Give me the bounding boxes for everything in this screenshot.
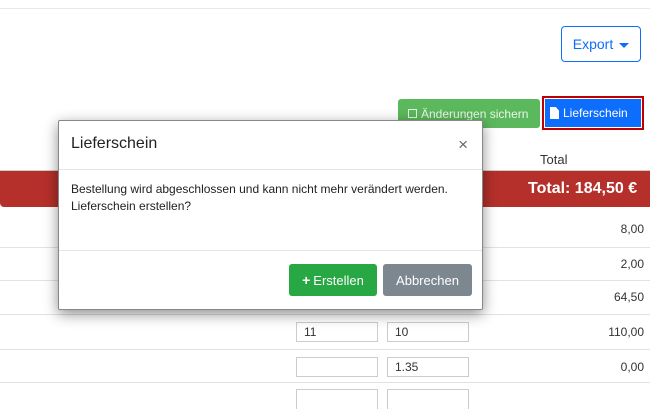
row-divider xyxy=(0,314,650,315)
close-icon[interactable]: × xyxy=(458,136,468,153)
price-input[interactable]: 10 xyxy=(387,322,469,342)
save-icon xyxy=(408,109,417,118)
row-total: 64,50 xyxy=(613,290,644,304)
dialog-header-divider xyxy=(59,169,482,170)
row-divider xyxy=(0,349,650,350)
create-button[interactable]: + Erstellen xyxy=(289,264,377,296)
dialog-footer-divider xyxy=(59,250,482,251)
file-icon xyxy=(550,107,559,119)
delivery-note-button-highlight: Lieferschein xyxy=(542,96,644,130)
delivery-note-button[interactable]: Lieferschein xyxy=(545,99,641,127)
quantity-input[interactable]: 11 xyxy=(296,322,378,342)
plus-icon: + xyxy=(302,272,311,288)
dialog-message: Bestellung wird abgeschlossen und kann n… xyxy=(71,181,471,215)
row-total: 2,00 xyxy=(620,257,644,271)
export-label: Export xyxy=(572,36,614,52)
delivery-note-label: Lieferschein xyxy=(563,106,628,120)
top-divider xyxy=(0,8,650,9)
dialog-message-line: Lieferschein erstellen? xyxy=(71,199,192,213)
grand-total: Total: 184,50 € xyxy=(528,180,638,197)
export-button[interactable]: Export xyxy=(561,26,641,62)
total-column-header: Total xyxy=(540,152,568,167)
row-divider xyxy=(0,382,650,383)
create-label: Erstellen xyxy=(313,272,364,288)
row-total: 110,00 xyxy=(608,325,644,339)
cancel-label: Abbrechen xyxy=(396,272,459,288)
caret-down-icon xyxy=(619,42,630,48)
row-total: 8,00 xyxy=(620,222,644,236)
row-total: 0,00 xyxy=(620,360,644,374)
price-input[interactable] xyxy=(387,389,469,409)
quantity-input[interactable] xyxy=(296,357,378,377)
save-changes-label: Änderungen sichern xyxy=(421,106,529,121)
quantity-input[interactable] xyxy=(296,389,378,409)
delivery-note-dialog: Lieferschein × Bestellung wird abgeschlo… xyxy=(58,120,483,310)
price-input[interactable]: 1.35 xyxy=(387,357,469,377)
dialog-title: Lieferschein xyxy=(71,135,158,152)
cancel-button[interactable]: Abbrechen xyxy=(383,264,472,296)
dialog-message-line: Bestellung wird abgeschlossen und kann n… xyxy=(71,182,448,196)
